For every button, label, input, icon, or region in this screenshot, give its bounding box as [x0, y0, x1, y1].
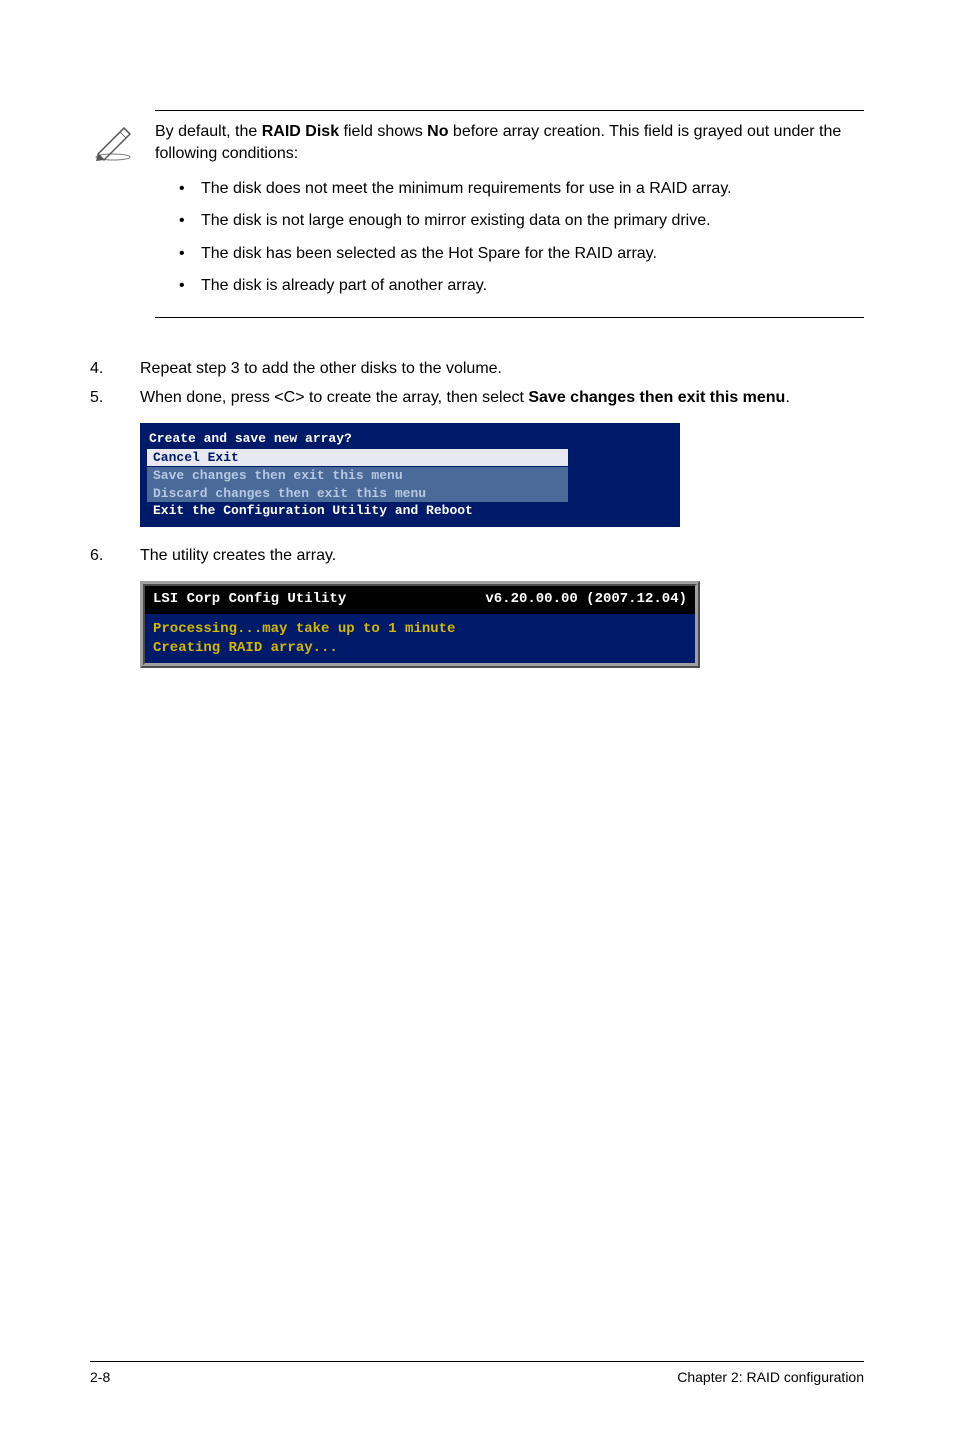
bios-menu-screenshot: Create and save new array? Cancel Exit S… — [140, 423, 680, 527]
processing-header: LSI Corp Config Utility v6.20.00.00 (200… — [145, 586, 695, 614]
processing-body: Processing...may take up to 1 minute Cre… — [145, 614, 695, 661]
menu-discard-changes: Discard changes then exit this menu — [147, 485, 568, 503]
ordered-steps: 4. Repeat step 3 to add the other disks … — [90, 358, 864, 668]
step-5: 5. When done, press <C> to create the ar… — [90, 387, 864, 409]
step-number: 4. — [90, 358, 140, 380]
processing-line1: Processing...may take up to 1 minute — [153, 620, 687, 640]
note-lead-bold2: No — [427, 123, 448, 140]
step-body: Repeat step 3 to add the other disks to … — [140, 358, 864, 380]
step-4: 4. Repeat step 3 to add the other disks … — [90, 358, 864, 380]
note-content: By default, the RAID Disk field shows No… — [155, 110, 864, 318]
note-bullet: The disk is not large enough to mirror e… — [179, 210, 864, 232]
menu-title: Create and save new array? — [147, 430, 673, 448]
processing-header-right: v6.20.00.00 (2007.12.04) — [485, 590, 687, 610]
note-bullet: The disk is already part of another arra… — [179, 275, 864, 297]
note-bullet: The disk does not meet the minimum requi… — [179, 178, 864, 200]
bios-processing-screenshot: LSI Corp Config Utility v6.20.00.00 (200… — [140, 581, 700, 668]
step5-pre: When done, press <C> to create the array… — [140, 389, 528, 406]
menu-exit-reboot: Exit the Configuration Utility and Reboo… — [147, 502, 673, 520]
step-body: The utility creates the array. — [140, 545, 864, 567]
note-lead: By default, the RAID Disk field shows No… — [155, 121, 864, 166]
note-block: By default, the RAID Disk field shows No… — [90, 110, 864, 318]
note-bullets: The disk does not meet the minimum requi… — [155, 178, 864, 298]
note-bullet: The disk has been selected as the Hot Sp… — [179, 243, 864, 265]
menu-save-changes: Save changes then exit this menu — [147, 467, 568, 485]
step-number: 6. — [90, 545, 140, 567]
footer-page-number: 2-8 — [90, 1368, 110, 1388]
menu-cancel-exit: Cancel Exit — [147, 449, 568, 467]
step5-bold: Save changes then exit this menu — [528, 389, 785, 406]
note-lead-pre: By default, the — [155, 123, 262, 140]
step-number: 5. — [90, 387, 140, 409]
step-body: When done, press <C> to create the array… — [140, 387, 864, 409]
page-footer: 2-8 Chapter 2: RAID configuration — [90, 1361, 864, 1388]
pencil-icon — [90, 110, 155, 169]
processing-line2: Creating RAID array... — [153, 639, 687, 659]
step5-post: . — [785, 389, 789, 406]
footer-chapter: Chapter 2: RAID configuration — [677, 1368, 864, 1388]
step-6: 6. The utility creates the array. — [90, 545, 864, 567]
note-lead-mid: field shows — [339, 123, 427, 140]
note-lead-bold1: RAID Disk — [262, 123, 339, 140]
processing-header-left: LSI Corp Config Utility — [153, 590, 346, 610]
